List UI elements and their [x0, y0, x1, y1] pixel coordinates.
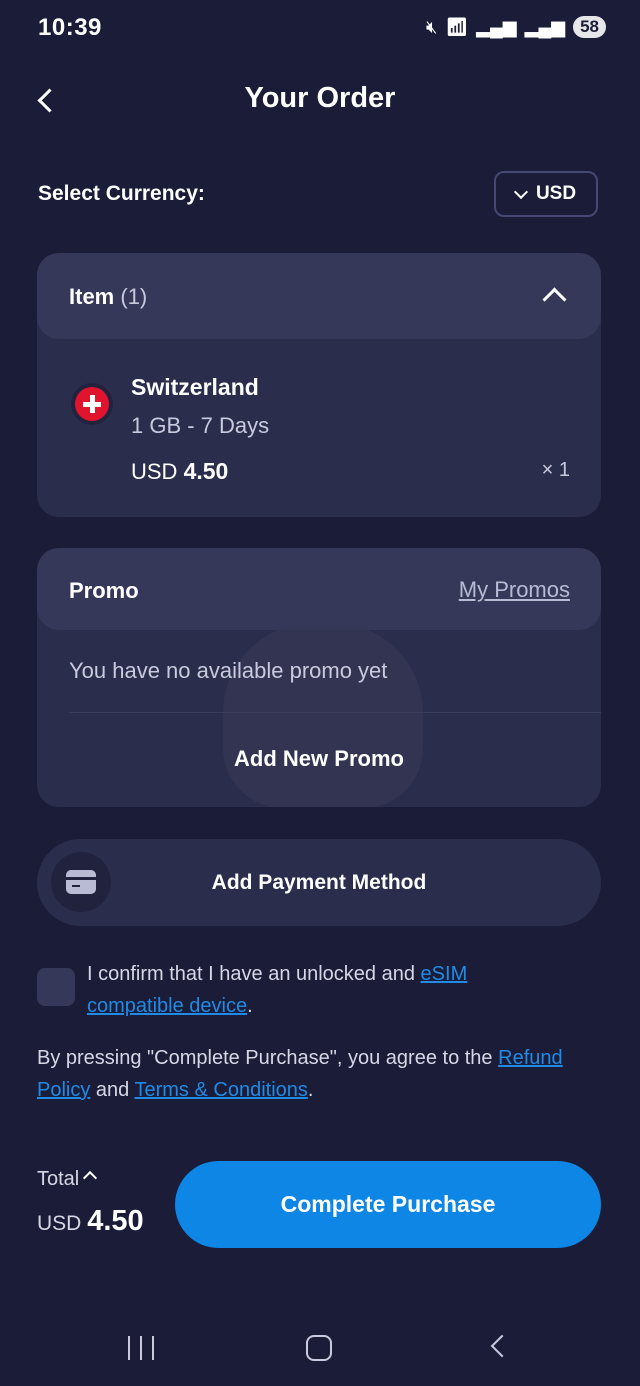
home-icon[interactable]: [306, 1335, 332, 1361]
confirm-text-end: .: [247, 995, 253, 1017]
item-price-currency: USD: [131, 459, 178, 484]
confirm-text: I confirm that I have an unlocked and eS…: [87, 958, 557, 1022]
item-card-title: Item (1): [69, 284, 147, 310]
currency-value: USD: [535, 183, 577, 204]
status-icons: 🔇︎ 📶︎ ▂▄▆ ▂▄▆ 58: [426, 16, 606, 38]
item-title-text: Item: [69, 284, 115, 309]
chevron-left-icon: [36, 87, 62, 113]
payment-label: Add Payment Method: [211, 871, 427, 894]
item-count: (1): [120, 284, 148, 309]
signal-icon: ▂▄▆: [476, 17, 517, 37]
chevron-up-icon: [83, 1170, 98, 1186]
wifi-icon: 📶︎: [445, 17, 469, 37]
status-time: 10:39: [38, 14, 102, 41]
terms-text: By pressing "Complete Purchase", you agr…: [37, 1042, 607, 1106]
watermark-shape: [223, 623, 423, 807]
terms-text-middle: and: [90, 1079, 135, 1101]
promo-card: Promo My Promos You have no available pr…: [37, 548, 601, 807]
terms-text-end: .: [307, 1079, 314, 1101]
add-new-promo-button[interactable]: Add New Promo: [37, 746, 601, 772]
page-title: Your Order: [244, 82, 396, 114]
terms-conditions-link[interactable]: Terms & Conditions: [134, 1079, 307, 1101]
promo-title: Promo: [69, 578, 139, 603]
total-toggle[interactable]: Total: [37, 1168, 98, 1191]
item-price: USD 4.50: [131, 458, 228, 485]
confirm-checkbox[interactable]: [37, 968, 75, 1006]
item-card-header[interactable]: Item (1): [37, 253, 601, 339]
item-card: Item (1) Switzerland 1 GB - 7 Days USD 4…: [37, 253, 601, 517]
item-price-amount: 4.50: [183, 458, 229, 484]
total-label: Total: [37, 1168, 80, 1190]
currency-label: Select Currency:: [38, 182, 205, 205]
chevron-up-icon[interactable]: [542, 287, 567, 312]
promo-divider: [69, 712, 601, 713]
total-amount: USD 4.50: [37, 1205, 144, 1238]
my-promos-link[interactable]: My Promos: [459, 577, 570, 603]
chevron-down-icon: [513, 184, 529, 199]
switzerland-flag-icon: [75, 387, 109, 421]
promo-empty-text: You have no available promo yet: [69, 658, 388, 683]
complete-purchase-button[interactable]: Complete Purchase: [175, 1161, 601, 1248]
total-value: 4.50: [87, 1205, 144, 1237]
back-nav-icon[interactable]: [490, 1334, 514, 1358]
item-quantity: × 1: [541, 459, 570, 481]
terms-text-start: By pressing "Complete Purchase", you agr…: [37, 1047, 499, 1069]
mute-icon: 🔇︎: [425, 17, 438, 37]
item-country: Switzerland: [131, 374, 259, 400]
add-payment-method-button[interactable]: Add Payment Method: [37, 839, 601, 926]
currency-dropdown[interactable]: USD: [494, 171, 598, 217]
back-button[interactable]: [28, 82, 64, 118]
flag-container: [71, 383, 113, 425]
promo-card-header: Promo My Promos: [37, 548, 601, 630]
confirm-text-start: I confirm that I have an unlocked and: [87, 963, 421, 985]
item-plan: 1 GB - 7 Days: [131, 413, 270, 438]
total-currency: USD: [37, 1212, 82, 1235]
battery-indicator: 58: [573, 16, 606, 38]
recents-icon[interactable]: [128, 1336, 154, 1360]
signal-roaming-icon: ▂▄▆: [524, 17, 566, 37]
